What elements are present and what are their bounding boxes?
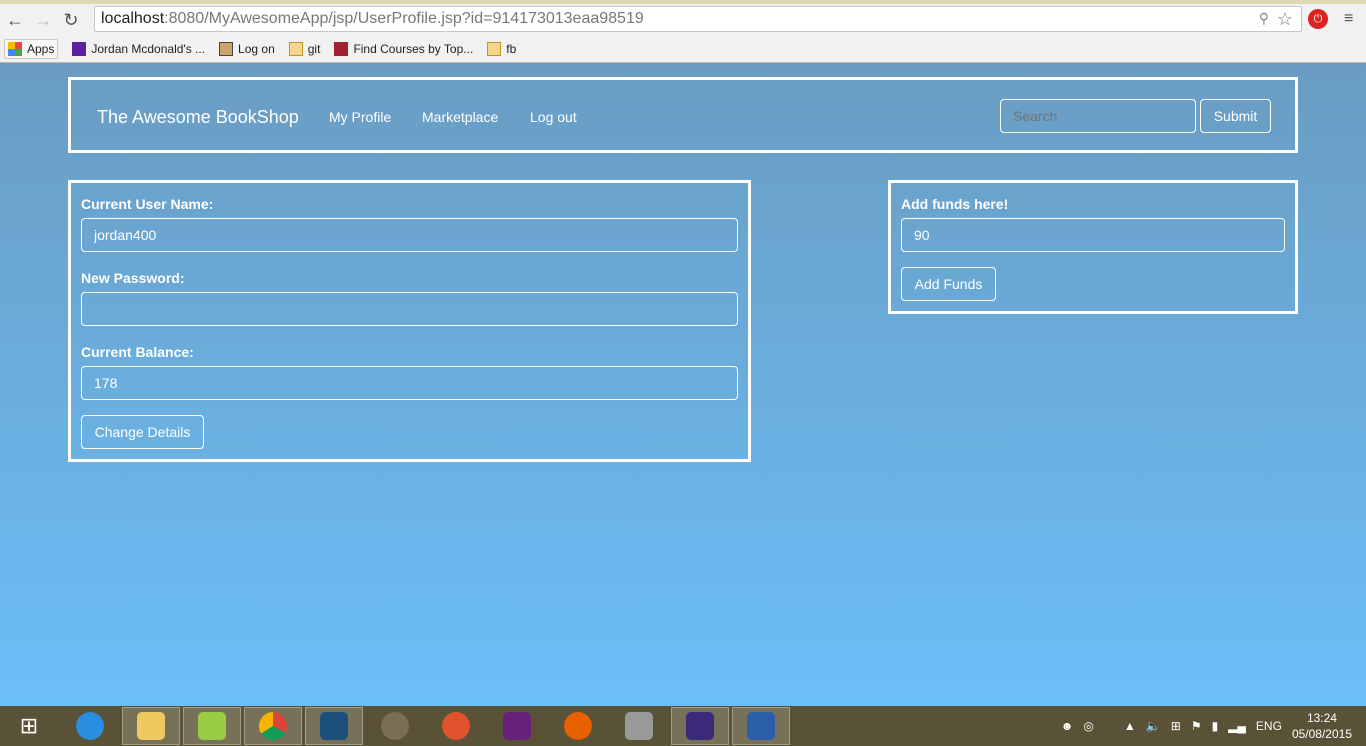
password-label: New Password: bbox=[81, 270, 185, 286]
taskbar-notepadpp[interactable] bbox=[183, 707, 241, 745]
internet-explorer-icon bbox=[76, 712, 104, 740]
file-explorer-icon bbox=[137, 712, 165, 740]
taskbar-gimp[interactable] bbox=[366, 707, 424, 745]
add-funds-label: Add funds here! bbox=[901, 196, 1009, 212]
network-icon[interactable]: ◎ bbox=[1083, 719, 1093, 733]
apps-grid-icon bbox=[8, 42, 22, 56]
submit-button[interactable]: Submit bbox=[1200, 99, 1271, 133]
taskbar: ⊞ ☻ ◎ ▲ 🔈 ⊞ ⚑ ▮ ▂▄ ENG 13:24 05/08/2015 bbox=[0, 706, 1366, 746]
taskbar-ie[interactable] bbox=[61, 707, 119, 745]
extension-icon[interactable]: ⏻ bbox=[1308, 9, 1328, 29]
forward-icon[interactable]: → bbox=[30, 10, 56, 31]
browser-chrome: ← → ↻ localhost:8080/MyAwesomeApp/jsp/Us… bbox=[0, 0, 1366, 85]
balance-label: Current Balance: bbox=[81, 344, 194, 360]
folder-icon bbox=[288, 42, 303, 56]
mysql-workbench-icon bbox=[320, 712, 348, 740]
firefox-icon bbox=[564, 712, 592, 740]
taskbar-powershell[interactable] bbox=[732, 707, 790, 745]
clock-date: 05/08/2015 bbox=[1291, 727, 1352, 741]
gimp-icon bbox=[381, 712, 409, 740]
profile-panel: Current User Name: jordan400 New Passwor… bbox=[68, 180, 751, 462]
back-icon[interactable]: ← bbox=[2, 10, 28, 31]
page-content: The Awesome BookShop My Profile Marketpl… bbox=[0, 63, 1366, 706]
bookmark-apps[interactable]: Apps bbox=[4, 39, 59, 59]
username-label: Current User Name: bbox=[81, 196, 214, 212]
bookmark-yahoo[interactable]: Jordan Mcdonald's ... bbox=[72, 42, 205, 56]
taskbar-eclipse[interactable] bbox=[671, 707, 729, 745]
folder-icon bbox=[487, 42, 502, 56]
windows-icon: ⊞ bbox=[19, 713, 39, 738]
bookmark-label: fb bbox=[506, 42, 517, 56]
reload-icon[interactable]: ↻ bbox=[58, 10, 84, 31]
clock-time: 13:24 bbox=[1306, 711, 1337, 725]
system-tray: ☻ ◎ ▲ 🔈 ⊞ ⚑ ▮ ▂▄ ENG 13:24 05/08/2015 bbox=[1061, 706, 1366, 746]
powershell-icon bbox=[747, 712, 775, 740]
add-funds-button[interactable]: Add Funds bbox=[901, 267, 996, 301]
bookmark-label: Find Courses by Top... bbox=[353, 42, 474, 56]
username-input[interactable]: jordan400 bbox=[81, 218, 738, 252]
nav-log-out[interactable]: Log out bbox=[530, 109, 577, 125]
notepad-plus-plus-icon bbox=[198, 712, 226, 740]
java-ee-ide-icon bbox=[686, 712, 714, 740]
start-button[interactable]: ⊞ bbox=[0, 707, 58, 745]
yahoo-icon bbox=[72, 42, 87, 56]
clock[interactable]: 13:24 05/08/2015 bbox=[1292, 710, 1352, 742]
key-icon[interactable]: ⚲ bbox=[1259, 10, 1269, 27]
bookmark-git[interactable]: git bbox=[288, 42, 321, 56]
visual-studio-icon bbox=[503, 712, 531, 740]
taskbar-mysql[interactable] bbox=[305, 707, 363, 745]
balance-input[interactable]: 178 bbox=[81, 366, 738, 400]
nav-my-profile[interactable]: My Profile bbox=[329, 109, 391, 125]
add-funds-panel: Add funds here! 90 Add Funds bbox=[888, 180, 1298, 314]
search-input[interactable] bbox=[1000, 99, 1196, 133]
taskbar-chrome[interactable] bbox=[244, 707, 302, 745]
show-hidden-icon[interactable]: ▲ bbox=[1124, 719, 1136, 733]
menu-icon[interactable]: ≡ bbox=[1344, 10, 1353, 28]
taskbar-visual-studio[interactable] bbox=[488, 707, 546, 745]
file-cabinet-icon bbox=[625, 712, 653, 740]
windows-flag-icon[interactable]: ⊞ bbox=[1171, 719, 1181, 733]
signal-icon[interactable]: ▂▄ bbox=[1228, 719, 1246, 733]
taskbar-files[interactable] bbox=[610, 707, 668, 745]
tomcat-icon bbox=[219, 42, 234, 56]
volume-icon[interactable]: 🔈 bbox=[1146, 719, 1161, 733]
action-center-flag-icon[interactable]: ⚑ bbox=[1191, 719, 1202, 733]
funds-input[interactable]: 90 bbox=[901, 218, 1285, 252]
change-details-button[interactable]: Change Details bbox=[81, 415, 204, 449]
bookmarks-bar: Apps Jordan Mcdonald's ... Log on git Fi… bbox=[0, 36, 1366, 62]
navbar: The Awesome BookShop My Profile Marketpl… bbox=[68, 77, 1298, 153]
bookmark-label: Log on bbox=[238, 42, 275, 56]
owl-icon bbox=[442, 712, 470, 740]
taskbar-owl[interactable] bbox=[427, 707, 485, 745]
language-indicator[interactable]: ENG bbox=[1256, 719, 1282, 733]
bookmark-label: git bbox=[307, 42, 321, 56]
password-input[interactable] bbox=[81, 292, 738, 326]
bookmark-mit[interactable]: Find Courses by Top... bbox=[334, 42, 473, 56]
bookmark-fb[interactable]: fb bbox=[487, 42, 516, 56]
url-path: :8080/MyAwesomeApp/jsp/UserProfile.jsp?i… bbox=[164, 10, 644, 27]
bookmark-label: Jordan Mcdonald's ... bbox=[91, 42, 206, 56]
battery-icon[interactable]: ▮ bbox=[1212, 719, 1219, 733]
taskbar-explorer[interactable] bbox=[122, 707, 180, 745]
mit-ocw-icon bbox=[334, 42, 349, 56]
star-icon[interactable]: ☆ bbox=[1277, 9, 1293, 30]
taskbar-firefox[interactable] bbox=[549, 707, 607, 745]
chrome-icon bbox=[259, 712, 287, 740]
address-bar[interactable]: localhost:8080/MyAwesomeApp/jsp/UserProf… bbox=[94, 6, 1302, 85]
nav-marketplace[interactable]: Marketplace bbox=[422, 109, 498, 125]
bookmark-label: Apps bbox=[27, 42, 55, 56]
bookmark-log-on[interactable]: Log on bbox=[219, 42, 275, 56]
people-icon[interactable]: ☻ bbox=[1061, 719, 1074, 733]
url-host: localhost bbox=[101, 10, 165, 27]
brand-link[interactable]: The Awesome BookShop bbox=[97, 107, 299, 128]
